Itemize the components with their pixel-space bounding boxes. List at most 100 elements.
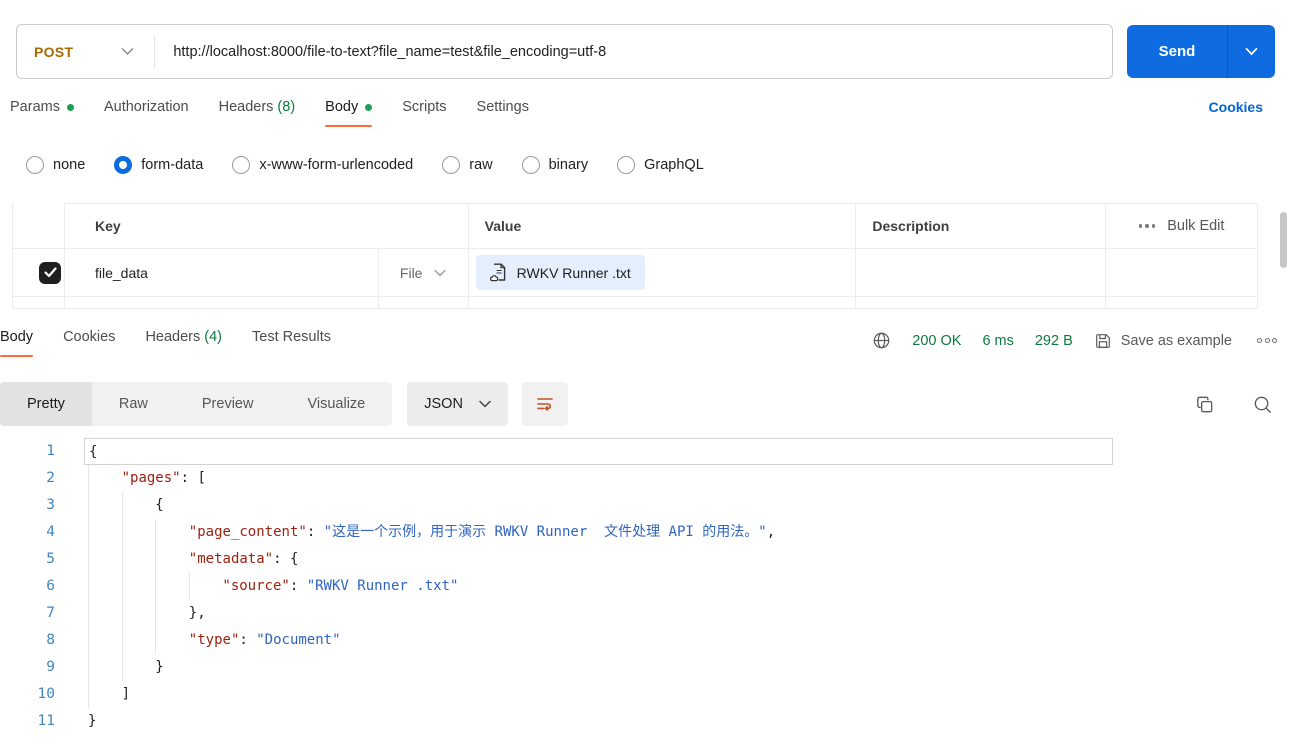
radio-circle (521, 156, 540, 174)
send-button[interactable]: Send (1127, 25, 1275, 78)
tab-authorization[interactable]: Authorization (104, 99, 189, 131)
network-globe-icon[interactable] (872, 331, 891, 350)
code-line-content[interactable]: "pages": [ (84, 465, 1113, 492)
view-label: Preview (201, 396, 254, 412)
tab-body[interactable]: Body (325, 99, 373, 131)
more-options-icon[interactable] (1257, 338, 1277, 343)
code-line-content[interactable]: ] (84, 681, 1113, 708)
tab-label: Authorization (103, 99, 189, 115)
radio-raw[interactable]: raw (442, 156, 493, 174)
send-options-button[interactable] (1228, 25, 1275, 78)
tab-params[interactable]: Params (10, 99, 74, 131)
value-type-dropdown[interactable]: File (400, 265, 447, 281)
code-line-content[interactable]: "page_content": "这是一个示例，用于演示 RWKV Runner… (84, 519, 1113, 546)
line-number: 7 (46, 605, 55, 621)
code-token: "Document" (256, 632, 341, 648)
code-token: } (155, 659, 164, 675)
code-line-content[interactable]: "type": "Document" (84, 627, 1113, 654)
status-code[interactable]: 200 OK (912, 333, 961, 349)
radio-binary[interactable]: binary (521, 156, 589, 174)
method-label: POST (34, 43, 74, 60)
format-dropdown[interactable]: JSON (407, 382, 508, 426)
radio-x-www-form-urlencoded[interactable]: x-www-form-urlencoded (232, 156, 413, 174)
indent-guide (88, 546, 89, 573)
view-raw[interactable]: Raw (92, 382, 175, 426)
radio-graphql[interactable]: GraphQL (617, 156, 704, 174)
search-icon[interactable] (1252, 394, 1273, 415)
radio-label: GraphQL (644, 157, 704, 173)
save-as-example-button[interactable]: Save as example (1094, 332, 1232, 350)
code-line-content[interactable]: { (84, 438, 1113, 465)
tab-scripts[interactable]: Scripts (402, 99, 446, 131)
code-token: "RWKV Runner .txt" (306, 578, 459, 594)
radio-label: form-data (141, 157, 204, 173)
description-cell[interactable] (855, 249, 1105, 296)
indent-guide (155, 546, 157, 573)
code-line-content[interactable]: }, (84, 600, 1113, 627)
response-tab-headers[interactable]: Headers (4) (145, 329, 222, 361)
line-number: 5 (46, 551, 55, 567)
chevron-down-icon (434, 269, 447, 276)
wrap-lines-icon (537, 398, 553, 411)
save-as-example-label: Save as example (1120, 332, 1232, 349)
response-viewer-toolbar: Pretty Raw Preview Visualize JSON (0, 382, 1291, 426)
view-pretty[interactable]: Pretty (0, 382, 92, 426)
column-label: Description (872, 218, 950, 234)
code-line: 5 "metadata": { (0, 546, 1291, 573)
line-number: 8 (46, 632, 55, 648)
tab-label: Params (10, 99, 60, 115)
view-visualize[interactable]: Visualize (280, 382, 392, 426)
value-column-header: Value (467, 203, 856, 248)
indent-guide (155, 519, 157, 546)
divider (154, 35, 156, 68)
value-cell: RWKV Runner .txt (467, 249, 856, 296)
radio-form-data[interactable]: form-data (114, 156, 203, 174)
code-token: } (88, 713, 97, 729)
code-line-content[interactable]: { (84, 492, 1113, 519)
tab-label: Cookies (63, 329, 116, 345)
copy-icon[interactable] (1194, 394, 1215, 415)
response-tab-cookies[interactable]: Cookies (63, 329, 115, 361)
more-options-icon[interactable] (1138, 224, 1156, 228)
tab-label: Scripts (402, 99, 447, 115)
code-token: : (289, 578, 307, 594)
method-selector[interactable]: POST (17, 44, 134, 60)
code-line: 8 "type": "Document" (0, 627, 1291, 654)
view-preview[interactable]: Preview (175, 382, 281, 426)
row-checkbox[interactable] (39, 261, 61, 284)
tab-settings[interactable]: Settings (477, 99, 529, 131)
table-row: file_data File RWKV Runner .txt (13, 249, 1257, 297)
radio-none[interactable]: none (26, 156, 85, 174)
code-line-content[interactable]: } (84, 654, 1113, 681)
vertical-scrollbar[interactable] (1280, 212, 1287, 268)
indent-guide (88, 492, 89, 519)
code-token: : [ (180, 470, 206, 486)
code-line-content[interactable]: } (84, 708, 1113, 735)
response-size[interactable]: 292 B (1035, 333, 1073, 349)
response-time[interactable]: 6 ms (982, 333, 1013, 349)
file-chip[interactable]: RWKV Runner .txt (475, 255, 645, 290)
key-cell[interactable]: file_data (63, 249, 378, 296)
tab-headers[interactable]: Headers (8) (219, 99, 296, 131)
cookies-link[interactable]: Cookies (1209, 99, 1263, 115)
wrap-lines-button[interactable] (521, 382, 568, 426)
response-tab-body[interactable]: Body (0, 329, 34, 361)
indent-guide (121, 627, 123, 654)
response-tab-test-results[interactable]: Test Results (252, 329, 331, 361)
send-label: Send (1158, 43, 1196, 60)
code-line-content[interactable]: "metadata": { (84, 546, 1113, 573)
code-line-content[interactable]: "source": "RWKV Runner .txt" (84, 573, 1113, 600)
response-body-code[interactable]: 1{2 "pages": [3{4 "page_content": "这是一个示例，… (0, 438, 1291, 735)
code-token: : (239, 632, 257, 648)
body-mode-options: none form-data x-www-form-urlencoded raw… (0, 143, 1291, 187)
description-column-header: Description (855, 203, 1106, 248)
radio-circle (232, 156, 251, 174)
bulk-edit-button[interactable]: Bulk Edit (1167, 218, 1224, 234)
indent-guide (121, 492, 123, 519)
radio-label: x-www-form-urlencoded (259, 157, 414, 173)
indent-guide (88, 573, 89, 600)
tab-label: Body (0, 329, 34, 345)
indent-guide (88, 681, 89, 708)
url-input[interactable] (173, 43, 1112, 60)
radio-label: binary (548, 157, 589, 173)
